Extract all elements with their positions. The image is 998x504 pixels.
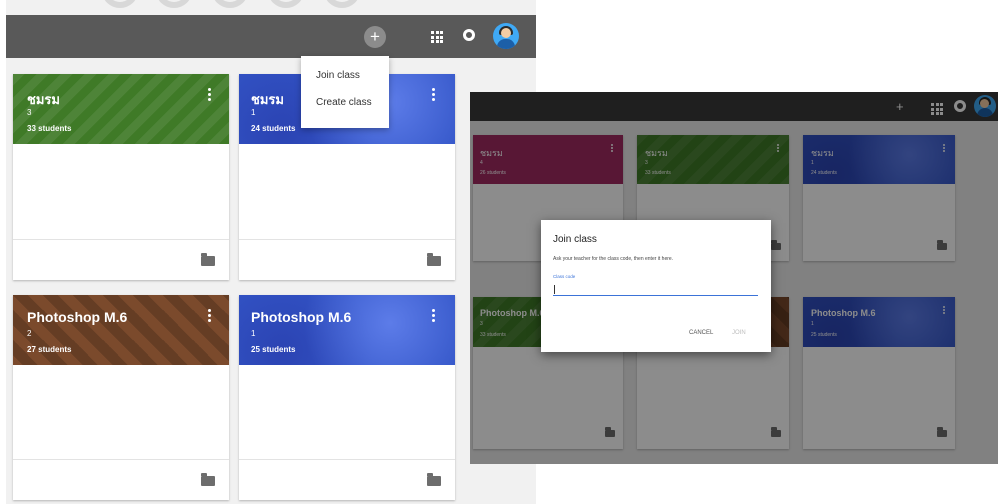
class-card-banner[interactable]: Photoshop M.6 1 25 students (239, 295, 455, 365)
class-section: 2 (27, 329, 32, 338)
kebab-menu-icon[interactable] (208, 309, 211, 322)
class-card[interactable]: ชมรม 3 33 students (13, 74, 229, 280)
add-class-menu: Join class Create class (301, 56, 389, 128)
kebab-menu-icon[interactable] (432, 309, 435, 322)
student-count: 25 students (251, 345, 296, 354)
watermark-mark (324, 0, 360, 8)
card-divider (13, 459, 229, 460)
class-card-banner[interactable]: ชมรม 3 33 students (13, 74, 229, 144)
class-card[interactable]: Photoshop M.6 1 25 students (239, 295, 455, 500)
plus-icon[interactable]: + (364, 26, 386, 48)
join-class-dialog: Join class Ask your teacher for the clas… (541, 220, 771, 352)
text-cursor (554, 285, 555, 294)
join-class-dialog-screen: + ชมรม 4 26 students ชมรม 3 33 students … (470, 92, 998, 464)
join-button[interactable]: JOIN (732, 330, 746, 336)
kebab-menu-icon[interactable] (432, 88, 435, 101)
avatar[interactable] (493, 23, 519, 49)
watermark-mark (212, 0, 248, 8)
folder-icon[interactable] (427, 253, 441, 266)
class-code-input[interactable] (553, 282, 758, 296)
watermark-mark (156, 0, 192, 8)
class-title[interactable]: Photoshop M.6 (27, 309, 127, 325)
notifications-icon[interactable] (463, 29, 475, 41)
student-count: 33 students (27, 124, 72, 133)
folder-icon[interactable] (427, 473, 441, 486)
class-card-banner[interactable]: Photoshop M.6 2 27 students (13, 295, 229, 365)
student-count: 24 students (251, 124, 296, 133)
class-title[interactable]: ชมรม (27, 89, 60, 110)
cancel-button[interactable]: CANCEL (689, 330, 713, 336)
card-divider (239, 459, 455, 460)
menu-item-create-class[interactable]: Create class (316, 97, 372, 108)
class-title[interactable]: Photoshop M.6 (251, 309, 351, 325)
student-count: 27 students (27, 345, 72, 354)
card-divider (13, 239, 229, 240)
class-code-label: Class code (553, 274, 576, 279)
kebab-menu-icon[interactable] (208, 88, 211, 101)
screenshot-composite: + ชมรม 3 33 students ชมรม 1 24 students … (0, 0, 998, 504)
folder-icon[interactable] (201, 253, 215, 266)
folder-icon[interactable] (201, 473, 215, 486)
class-section: 1 (251, 329, 256, 338)
card-divider (239, 239, 455, 240)
class-card[interactable]: Photoshop M.6 2 27 students (13, 295, 229, 500)
class-title[interactable]: ชมรม (251, 89, 284, 110)
class-section: 3 (27, 108, 32, 117)
top-app-bar: + (6, 15, 536, 58)
watermark-mark (102, 0, 138, 8)
class-section: 1 (251, 108, 256, 117)
dialog-description: Ask your teacher for the class code, the… (553, 256, 674, 262)
menu-item-join-class[interactable]: Join class (316, 70, 360, 81)
dialog-title: Join class (553, 234, 597, 245)
apps-grid-icon[interactable] (431, 31, 443, 43)
watermark-mark (268, 0, 304, 8)
classroom-home-with-add-menu: + ชมรม 3 33 students ชมรม 1 24 students … (6, 0, 536, 504)
